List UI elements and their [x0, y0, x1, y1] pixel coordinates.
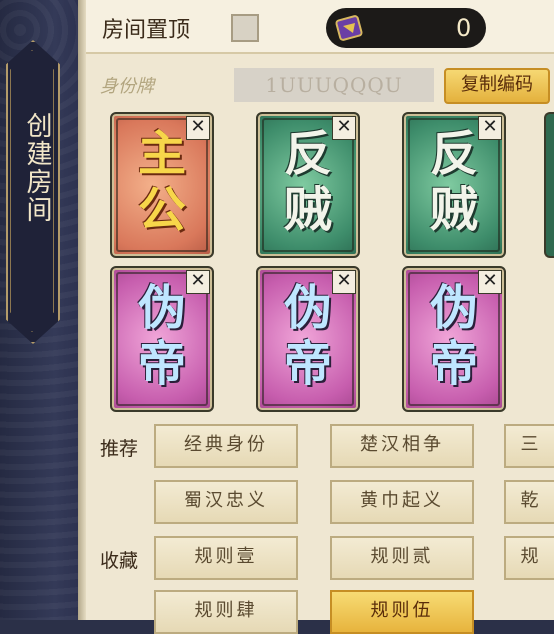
create-room-label: 创建房间 [22, 112, 52, 224]
card-text-bottom: 帝 [137, 336, 186, 392]
identity-card-usurper[interactable]: 伪 帝 ✕ [110, 266, 214, 412]
favorites-label: 收藏 [100, 550, 139, 572]
recommend-label: 推荐 [100, 438, 139, 460]
identity-card-rebel[interactable]: 反 贼 ✕ [402, 112, 506, 258]
preset-shu-han[interactable]: 蜀汉忠义 [154, 480, 298, 524]
favorite-rule-2[interactable]: 规则贰 [330, 536, 474, 580]
preset-partial-1[interactable]: 三 [504, 424, 554, 468]
identity-card-usurper[interactable]: 伪 帝 ✕ [402, 266, 506, 412]
pin-room-checkbox[interactable] [231, 14, 259, 42]
identity-card-partial[interactable] [544, 112, 554, 258]
remove-card-icon[interactable]: ✕ [478, 270, 502, 294]
identity-cards-label: 身份牌 [100, 76, 154, 97]
card-text-bottom: 帝 [429, 336, 478, 392]
preset-yellow-turban[interactable]: 黄巾起义 [330, 480, 474, 524]
identity-card-lord[interactable]: 主 公 ✕ [110, 112, 214, 258]
remove-card-icon[interactable]: ✕ [332, 270, 356, 294]
remove-card-icon[interactable]: ✕ [478, 116, 502, 140]
card-text-bottom: 公 [137, 182, 186, 238]
room-code-field: 1UUUQQQU [234, 68, 434, 102]
preset-classic-identity[interactable]: 经典身份 [154, 424, 298, 468]
preset-partial-2[interactable]: 乾 [504, 480, 554, 524]
card-text-bottom: 帝 [283, 336, 332, 392]
pin-room-label: 房间置顶 [102, 18, 191, 43]
remove-card-icon[interactable]: ✕ [186, 270, 210, 294]
copy-code-button[interactable]: 复制编码 [444, 68, 550, 104]
favorite-rule-partial[interactable]: 规 [504, 536, 554, 580]
preset-chu-han[interactable]: 楚汉相争 [330, 424, 474, 468]
currency-value: 0 [456, 14, 472, 42]
identity-card-usurper[interactable]: 伪 帝 ✕ [256, 266, 360, 412]
favorite-rule-4[interactable]: 规则肆 [154, 590, 298, 634]
create-room-tab[interactable]: 创建房间 [6, 40, 60, 344]
left-rail: 创建房间 [0, 0, 78, 620]
card-text-bottom: 贼 [429, 182, 478, 238]
card-text-bottom: 贼 [283, 182, 332, 238]
identity-card-rebel[interactable]: 反 贼 ✕ [256, 112, 360, 258]
remove-card-icon[interactable]: ✕ [332, 116, 356, 140]
favorite-rule-1[interactable]: 规则壹 [154, 536, 298, 580]
currency-display: 0 [326, 8, 486, 48]
currency-icon [335, 15, 363, 41]
remove-card-icon[interactable]: ✕ [186, 116, 210, 140]
favorite-rule-5[interactable]: 规则伍 [330, 590, 474, 634]
